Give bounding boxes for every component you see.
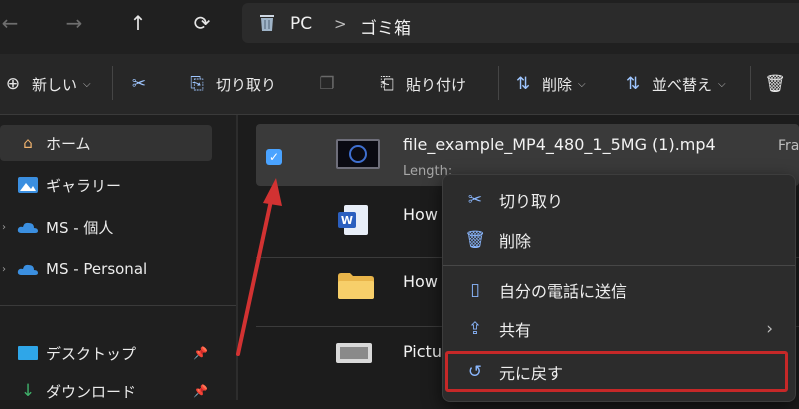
forward-arrow-icon: → [65, 11, 83, 35]
forward-button[interactable]: → [56, 8, 92, 38]
recycle-bin-icon [260, 15, 274, 31]
sidebar-item-label: ギャラリー [46, 176, 122, 195]
sidebar-item-ms-personal[interactable]: › MS - Personal [0, 251, 212, 287]
image-icon [336, 343, 372, 363]
plus-circle-icon: ⊕ [5, 74, 21, 94]
file-name[interactable]: file_example_MP4_480_1_5MG (1).mp4 [403, 135, 716, 154]
sort-arrows-icon: ⇅ [515, 74, 531, 94]
folder-icon [338, 272, 374, 304]
breadcrumb-separator: > [334, 15, 347, 33]
menu-item-label: 共有 [499, 321, 532, 340]
pin-icon[interactable]: 📌 [193, 384, 208, 398]
sidebar-item-label: デスクトップ [46, 344, 137, 363]
cut-label: 切り取り [216, 75, 277, 94]
sidebar-item-label: ダウンロード [46, 382, 137, 401]
menu-item-label: 削除 [499, 232, 532, 251]
menu-item-share[interactable]: ⇪ 共有 › [451, 312, 787, 346]
pane-divider[interactable] [236, 115, 238, 400]
sidebar-item-downloads[interactable]: ↓ ダウンロード 📌 [0, 373, 212, 409]
empty-bin-button[interactable]: 🗑 [764, 71, 794, 97]
divider [0, 305, 236, 306]
cloud-icon [16, 217, 40, 237]
sidebar-item-label: MS - 個人 [46, 218, 114, 237]
sort-label: 並べ替え [652, 75, 713, 94]
trash-icon: 🗑 [464, 230, 486, 250]
up-button[interactable]: ↑ [120, 8, 156, 38]
sidebar-item-desktop[interactable]: デスクトップ 📌 [0, 335, 212, 371]
address-bar[interactable]: PC > ゴミ箱 [242, 3, 799, 43]
delete-label: 削除 [542, 75, 573, 94]
cut-toolbar-button[interactable]: ✂ [128, 71, 158, 97]
breadcrumb-recycle-bin[interactable]: ゴミ箱 [360, 14, 411, 39]
menu-item-cut[interactable]: ✂ 切り取り [451, 183, 787, 217]
paste-button[interactable]: ⎗ 貼り付け [376, 71, 466, 97]
chevron-down-icon: ⌵ [578, 78, 586, 90]
new-label: 新しい [32, 75, 78, 94]
back-arrow-icon: ← [1, 11, 19, 35]
sidebar-item-label: ホーム [46, 134, 91, 153]
chevron-right-icon[interactable]: › [2, 222, 6, 233]
menu-item-delete[interactable]: 🗑 削除 [451, 223, 787, 257]
new-button[interactable]: ⊕ 新しい ⌵ [2, 71, 91, 97]
navigation-pane: ⌂ ホーム ギャラリー › MS - 個人 › MS - Personal デス… [0, 115, 236, 401]
svg-text:W: W [341, 214, 353, 227]
download-icon: ↓ [20, 381, 36, 401]
sidebar-item-gallery[interactable]: ギャラリー [0, 167, 212, 203]
sidebar-item-home[interactable]: ⌂ ホーム [0, 125, 212, 161]
copy-button[interactable]: ❐ [316, 71, 346, 97]
refresh-button[interactable]: ⟳ [184, 8, 220, 38]
refresh-icon: ⟳ [193, 11, 211, 35]
paste-label: 貼り付け [406, 75, 467, 94]
chevron-right-icon[interactable]: › [2, 264, 6, 275]
sort-arrows-icon: ⇅ [625, 74, 641, 94]
restore-highlight-box [445, 351, 788, 392]
divider [112, 66, 113, 100]
menu-item-label: 切り取り [499, 192, 564, 211]
cloud-icon [16, 259, 40, 279]
copy-icon: ❐ [319, 74, 335, 94]
scissors-icon: ✂ [467, 190, 483, 210]
file-frame-info: Fra [778, 138, 799, 154]
pin-icon[interactable]: 📌 [193, 346, 208, 360]
back-button[interactable]: ← [0, 8, 28, 38]
delete-toolbar-button[interactable]: ⇅ 削除 ⌵ [512, 71, 586, 97]
title-bar: ← → ↑ ⟳ PC > ゴミ箱 [0, 0, 799, 54]
checkmark-icon: ✓ [268, 150, 280, 164]
row-checkbox[interactable]: ✓ [266, 149, 282, 165]
chevron-down-icon: ⌵ [718, 78, 726, 90]
menu-item-send-to-phone[interactable]: ▯ 自分の電話に送信 [451, 273, 787, 307]
video-icon [336, 139, 380, 169]
sidebar-item-label: MS - Personal [46, 260, 148, 278]
word-doc-icon: W [336, 203, 370, 241]
menu-divider [443, 265, 795, 266]
up-arrow-icon: ↑ [129, 11, 147, 35]
divider [498, 66, 499, 100]
trash-icon: 🗑 [764, 74, 786, 94]
home-icon: ⌂ [23, 134, 33, 152]
breadcrumb-pc[interactable]: PC [290, 14, 312, 34]
divider [750, 66, 751, 100]
desktop-icon [16, 343, 40, 363]
command-bar: ⊕ 新しい ⌵ ✂ ⎘ 切り取り ❐ ⎗ 貼り付け ⇅ 削除 ⌵ ⇅ 並べ替え … [0, 54, 799, 115]
chevron-down-icon: ⌵ [83, 78, 91, 90]
share-icon: ⇪ [467, 319, 483, 339]
sidebar-item-ms-personal-jp[interactable]: › MS - 個人 [0, 209, 212, 245]
sort-button[interactable]: ⇅ 並べ替え ⌵ [622, 71, 726, 97]
scissors-icon: ✂ [131, 74, 147, 94]
gallery-icon [16, 175, 40, 195]
copy-path-button[interactable]: ⎘ 切り取り [186, 71, 276, 97]
copy-path-icon: ⎘ [190, 74, 204, 94]
chevron-right-icon: › [766, 319, 773, 339]
clipboard-icon: ⎗ [380, 74, 394, 94]
menu-item-label: 自分の電話に送信 [499, 282, 628, 301]
phone-icon: ▯ [470, 280, 480, 300]
